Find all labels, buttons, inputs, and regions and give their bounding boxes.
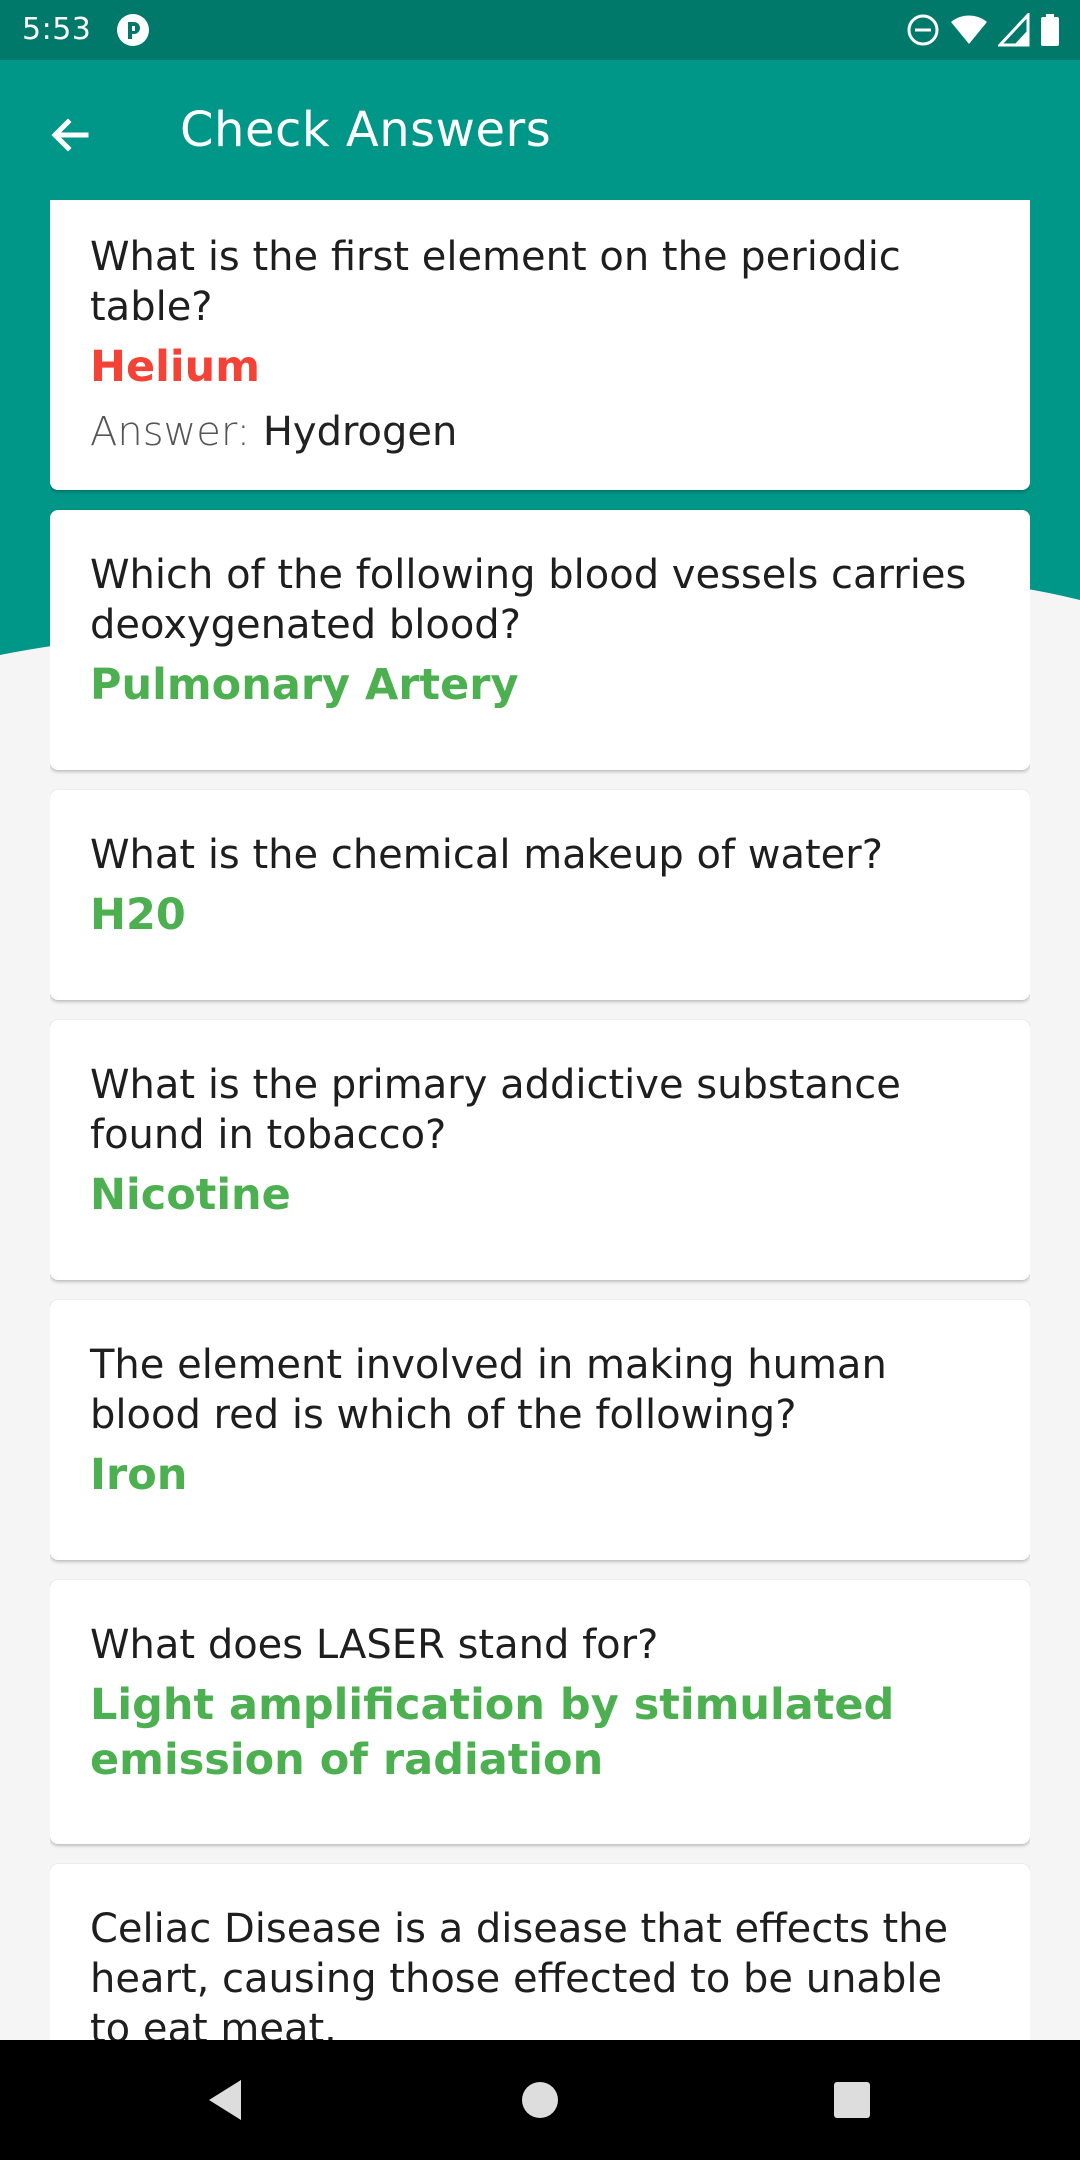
wifi-icon bbox=[951, 15, 987, 44]
triangle-back-icon bbox=[209, 2080, 241, 2120]
question-text: What does LASER stand for? bbox=[90, 1622, 659, 1668]
dnd-icon bbox=[907, 14, 939, 46]
status-time: 5:53 bbox=[22, 12, 92, 47]
user-answer-correct: H20 bbox=[90, 890, 186, 940]
answer-card: The element involved in making human blo… bbox=[50, 1300, 1030, 1560]
user-answer-wrong: Helium bbox=[90, 342, 261, 392]
status-icons bbox=[906, 12, 1060, 48]
app-bar: Check Answers bbox=[0, 60, 1080, 200]
user-answer-correct: Pulmonary Artery bbox=[90, 660, 519, 710]
question-text: What is the chemical makeup of water? bbox=[90, 832, 883, 878]
cell-signal-icon bbox=[998, 13, 1030, 47]
correct-answer-value: Hydrogen bbox=[262, 409, 458, 455]
answer-card: What is the chemical makeup of water? H2… bbox=[50, 790, 1030, 1000]
battery-icon bbox=[1041, 14, 1059, 46]
answers-list[interactable]: What is the first element on the periodi… bbox=[50, 200, 1030, 2040]
correct-answer-label: Answer: bbox=[90, 409, 251, 455]
question-text: What is the first element on the periodi… bbox=[90, 234, 901, 330]
nav-recents-button[interactable] bbox=[822, 2070, 882, 2130]
nav-back-button[interactable] bbox=[195, 2070, 255, 2130]
user-answer-correct: Light amplification by stimulated emissi… bbox=[90, 1680, 895, 1785]
question-text: What is the primary addictive substance … bbox=[90, 1062, 901, 1158]
answer-card: What is the first element on the periodi… bbox=[50, 200, 1030, 490]
question-text: The element involved in making human blo… bbox=[90, 1342, 887, 1438]
question-text: Celiac Disease is a disease that effects… bbox=[90, 1906, 949, 2040]
square-recents-icon bbox=[834, 2082, 870, 2118]
user-answer-correct: Nicotine bbox=[90, 1170, 291, 1220]
answer-card: Which of the following blood vessels car… bbox=[50, 510, 1030, 770]
status-bar: 5:53 bbox=[0, 0, 1080, 60]
question-text: Which of the following blood vessels car… bbox=[90, 552, 967, 648]
user-answer-correct: Iron bbox=[90, 1450, 188, 1500]
system-nav-bar bbox=[0, 2040, 1080, 2160]
answer-card: What is the primary addictive substance … bbox=[50, 1020, 1030, 1280]
circle-home-icon bbox=[522, 2082, 558, 2118]
answer-card: Celiac Disease is a disease that effects… bbox=[50, 1864, 1030, 2040]
answer-card: What does LASER stand for? Light amplifi… bbox=[50, 1580, 1030, 1844]
page-title: Check Answers bbox=[180, 102, 552, 158]
app-notification-icon bbox=[117, 14, 149, 46]
nav-home-button[interactable] bbox=[510, 2070, 570, 2130]
arrow-left-icon bbox=[51, 118, 89, 152]
back-button[interactable] bbox=[30, 95, 110, 175]
correct-answer-line: Answer: Hydrogen bbox=[90, 407, 990, 457]
